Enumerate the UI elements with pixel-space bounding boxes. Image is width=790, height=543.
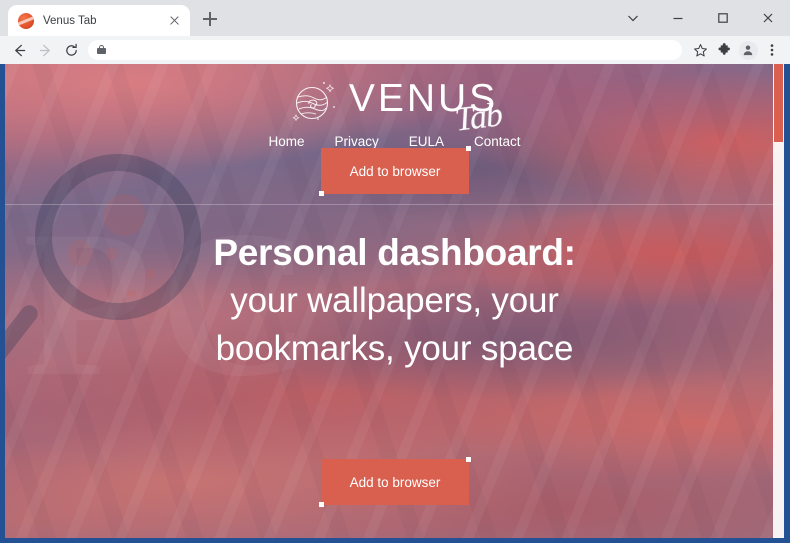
extensions-puzzle-icon[interactable] xyxy=(712,38,736,62)
add-to-browser-label-bottom: Add to browser xyxy=(349,474,441,490)
search-tabs-chevron-down-icon[interactable] xyxy=(610,3,655,33)
nav-item-privacy[interactable]: Privacy xyxy=(334,134,378,149)
reload-icon[interactable] xyxy=(58,37,84,63)
tab-title: Venus Tab xyxy=(43,14,97,27)
page-viewport: PC xyxy=(5,64,784,538)
browser-tab[interactable]: Venus Tab xyxy=(8,5,190,36)
nav-item-contact[interactable]: Contact xyxy=(474,134,521,149)
venus-planet-favicon-icon xyxy=(18,12,34,29)
forward-icon[interactable] xyxy=(32,37,58,63)
hero-section: Personal dashboard: your wallpapers, you… xyxy=(5,229,784,373)
site-logo[interactable]: VENUS Tab xyxy=(5,74,784,139)
page-scrollbar[interactable] xyxy=(773,64,784,538)
venus-planet-icon xyxy=(291,77,339,125)
tab-strip-left-padding xyxy=(0,0,8,36)
tab-strip: Venus Tab xyxy=(0,0,790,36)
browser-window: Venus Tab VENUS Tab Home Privacy EULA Co… xyxy=(0,0,790,543)
browser-toolbar xyxy=(0,36,790,64)
selection-handle-top-right[interactable] xyxy=(466,146,471,151)
profile-avatar[interactable] xyxy=(736,38,760,62)
selection-handle-bottom-left-bottom-btn[interactable] xyxy=(319,502,324,507)
new-tab-button[interactable] xyxy=(196,5,224,33)
address-bar[interactable] xyxy=(88,40,682,60)
window-controls xyxy=(610,0,790,36)
scrollbar-thumb[interactable] xyxy=(774,64,783,142)
chrome-menu-icon[interactable] xyxy=(760,38,784,62)
hero-subheadline: your wallpapers, your bookmarks, your sp… xyxy=(215,281,574,368)
close-window-icon[interactable] xyxy=(745,3,790,33)
nav-item-home[interactable]: Home xyxy=(268,134,304,149)
back-icon[interactable] xyxy=(6,37,32,63)
window-frame-right xyxy=(784,64,790,543)
close-tab-icon[interactable] xyxy=(166,13,182,29)
add-to-browser-button-top[interactable]: Add to browser xyxy=(319,146,471,196)
minimize-icon[interactable] xyxy=(655,3,700,33)
venus-wordmark: VENUS Tab xyxy=(349,74,504,139)
site-navigation: Home Privacy EULA Contact xyxy=(5,134,784,149)
add-to-browser-label-top: Add to browser xyxy=(349,163,441,179)
bookmark-star-icon[interactable] xyxy=(688,38,712,62)
nav-item-eula[interactable]: EULA xyxy=(409,134,444,149)
maximize-icon[interactable] xyxy=(700,3,745,33)
header-divider xyxy=(5,204,784,205)
selection-handle-top-right-bottom-btn[interactable] xyxy=(466,457,471,462)
window-frame-bottom xyxy=(0,538,790,543)
hero-headline: Personal dashboard: xyxy=(213,232,576,273)
add-to-browser-button-bottom[interactable]: Add to browser xyxy=(319,457,471,507)
avatar xyxy=(738,40,758,60)
site-header: VENUS Tab Home Privacy EULA Contact Add … xyxy=(5,64,784,204)
selection-handle-bottom-left[interactable] xyxy=(319,191,324,196)
lock-icon xyxy=(97,44,106,56)
